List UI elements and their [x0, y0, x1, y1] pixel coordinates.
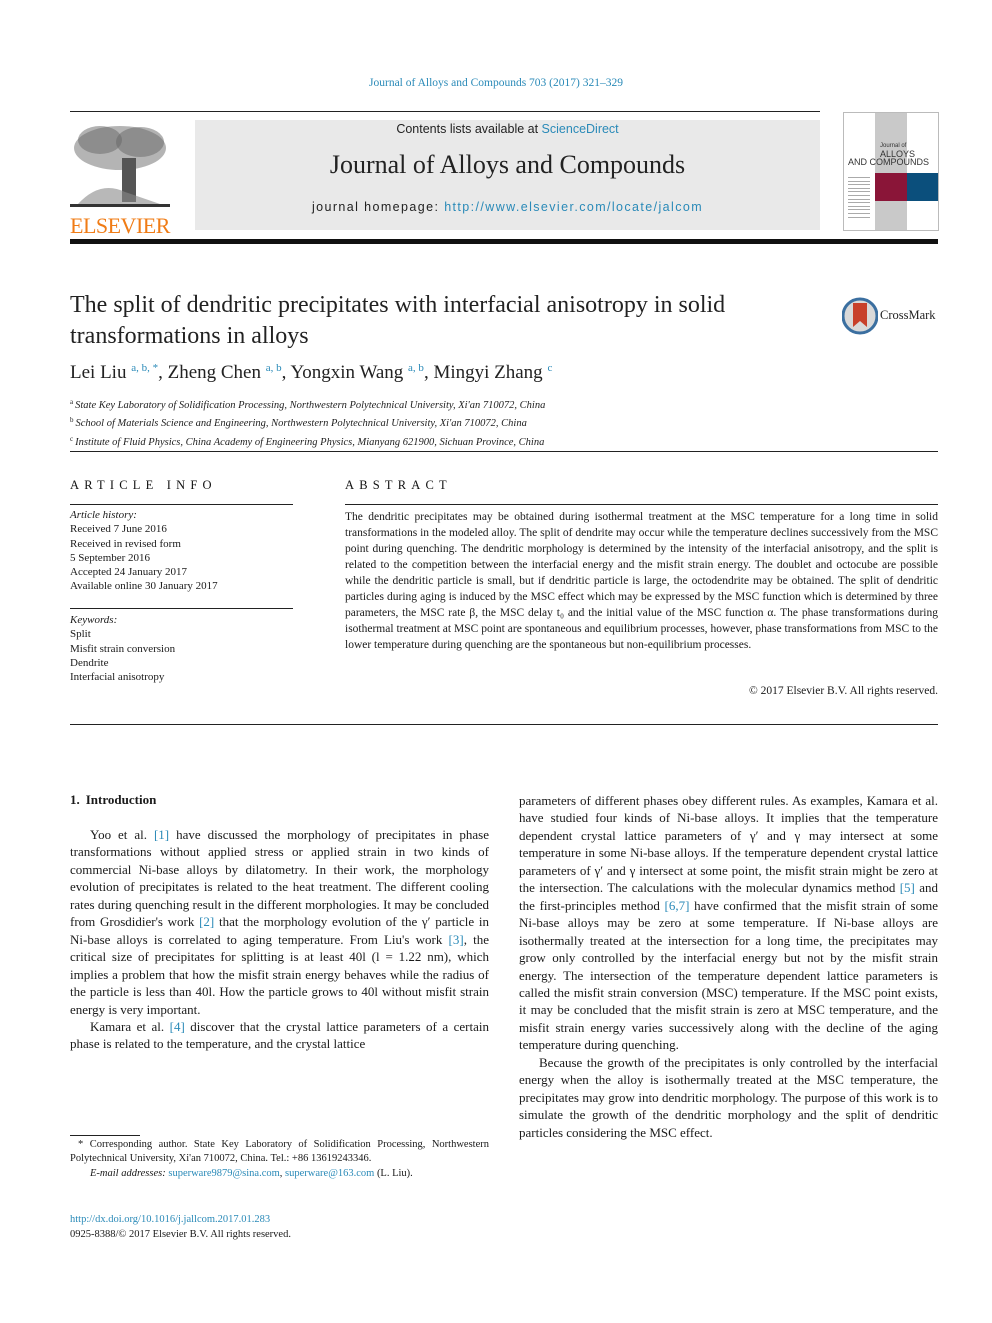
history-item: Available online 30 January 2017	[70, 580, 218, 593]
email-suffix: (L. Liu).	[374, 1167, 413, 1179]
doi-block: http://dx.doi.org/10.1016/j.jallcom.2017…	[70, 1212, 291, 1242]
history-item: Accepted 24 January 2017	[70, 566, 187, 579]
section-number: 1.	[70, 792, 80, 807]
history-item: Received in revised form	[70, 537, 181, 550]
author-list: Lei Liu a, b, *, Zheng Chen a, b, Yongxi…	[70, 362, 553, 383]
author-name[interactable]: Zheng Chen	[168, 362, 261, 383]
abstract-rule	[345, 504, 938, 505]
footnote-rule	[70, 1135, 140, 1136]
affil-text: State Key Laboratory of Solidification P…	[75, 400, 546, 411]
citation-link[interactable]: [6,7]	[665, 898, 690, 913]
author-name[interactable]: Yongxin Wang	[290, 362, 403, 383]
author-name[interactable]: Mingyi Zhang	[433, 362, 542, 383]
history-item: 5 September 2016	[70, 551, 151, 564]
article-title: The split of dendritic precipitates with…	[70, 290, 820, 352]
text-run: Yoo et al.	[90, 827, 154, 842]
keyword: Dendrite	[70, 656, 109, 669]
article-info-rule	[70, 504, 293, 505]
history-item: Received 7 June 2016	[70, 523, 167, 536]
affil-key: b	[70, 416, 74, 425]
paragraph: Yoo et al. [1] have discussed the morpho…	[70, 826, 489, 1018]
affil-key: a	[70, 398, 74, 406]
paragraph: parameters of different phases obey diff…	[519, 792, 938, 1054]
crossmark-badge[interactable]: CrossMark	[842, 297, 942, 335]
body-column-left: Yoo et al. [1] have discussed the morpho…	[70, 826, 489, 1053]
header-rule	[70, 111, 820, 112]
section-title: Introduction	[85, 792, 157, 807]
cover-line3: AND COMPOUNDS	[848, 157, 930, 167]
keywords-rule	[70, 608, 293, 609]
keyword: Misfit strain conversion	[70, 642, 176, 655]
cover-toc-lines	[848, 177, 870, 220]
history-label: Article history:	[70, 509, 137, 521]
elsevier-logo[interactable]: ELSEVIER	[70, 120, 170, 237]
elsevier-wordmark: ELSEVIER	[70, 213, 170, 238]
affiliations: a State Key Laboratory of Solidification …	[70, 395, 545, 450]
issn-line: 0925-8388/© 2017 Elsevier B.V. All right…	[70, 1229, 291, 1240]
section-heading-introduction: 1. Introduction	[70, 792, 156, 808]
elsevier-tree-icon	[70, 126, 170, 207]
email-link[interactable]: superware@163.com	[285, 1168, 374, 1179]
text-run: Kamara et al.	[90, 1018, 170, 1034]
corresponding-author-note: * Corresponding author. State Key Labora…	[70, 1139, 489, 1165]
email-line: E-mail addresses: superware9879@sina.com…	[70, 1167, 489, 1181]
crossmark-icon	[842, 297, 878, 335]
email-label: E-mail addresses:	[90, 1167, 169, 1179]
affil-text: Institute of Fluid Physics, China Academ…	[75, 436, 545, 448]
homepage-line: journal homepage: http://www.elsevier.co…	[195, 200, 820, 214]
affiliation-item: b School of Materials Science and Enginee…	[70, 413, 545, 431]
text-run: have confirmed that the misfit strain of…	[519, 897, 938, 1053]
article-info-heading: ARTICLE INFO	[70, 478, 217, 492]
citation-link[interactable]: [1]	[154, 827, 169, 842]
body-column-right: parameters of different phases obey diff…	[519, 792, 938, 1141]
author-affil-marks[interactable]: c	[547, 362, 552, 374]
contents-prefix: Contents lists available at	[396, 122, 542, 136]
affiliation-item: a State Key Laboratory of Solidification …	[70, 395, 545, 413]
affil-text: School of Materials Science and Engineer…	[75, 418, 527, 430]
cover-red-block	[875, 173, 907, 201]
citation-link[interactable]: [4]	[170, 1019, 185, 1034]
affiliation-rule	[70, 451, 938, 452]
paragraph: Kamara et al. [4] discover that the crys…	[70, 1018, 489, 1053]
homepage-link[interactable]: http://www.elsevier.com/locate/jalcom	[444, 200, 703, 214]
header-thick-rule	[70, 239, 938, 244]
affiliation-item: c Institute of Fluid Physics, China Acade…	[70, 432, 545, 450]
author-affil-marks[interactable]: a, b, *	[131, 362, 158, 374]
author-affil-marks[interactable]: a, b	[408, 362, 424, 374]
author-affil-marks[interactable]: a, b	[266, 362, 282, 374]
citation-link[interactable]: [5]	[900, 880, 915, 895]
keyword: Interfacial anisotropy	[70, 671, 165, 684]
title-line-2: transformations in alloys	[70, 323, 309, 349]
text-run: parameters of different phases obey diff…	[519, 793, 938, 896]
doi-link[interactable]: http://dx.doi.org/10.1016/j.jallcom.2017…	[70, 1212, 291, 1227]
journal-banner: Contents lists available at ScienceDirec…	[195, 120, 820, 230]
running-header[interactable]: Journal of Alloys and Compounds 703 (201…	[0, 77, 992, 89]
abstract-end-rule	[70, 724, 938, 725]
keywords-label: Keywords:	[70, 614, 118, 626]
cover-gray-strip	[875, 113, 907, 230]
paragraph: Because the growth of the precipitates i…	[519, 1054, 938, 1140]
homepage-prefix: journal homepage:	[311, 200, 445, 214]
abstract-text: The dendritic precipitates may be obtain…	[345, 511, 938, 651]
citation-link[interactable]: [2]	[199, 914, 214, 929]
abstract-copyright: © 2017 Elsevier B.V. All rights reserved…	[749, 685, 938, 697]
crossmark-label: CrossMark	[880, 308, 936, 322]
author-name[interactable]: Lei Liu	[70, 362, 126, 383]
email-link[interactable]: superware9879@sina.com	[168, 1168, 279, 1179]
citation-link[interactable]: [3]	[449, 932, 464, 947]
article-history: Article history: Received 7 June 2016 Re…	[70, 508, 218, 594]
abstract-heading: ABSTRACT	[345, 478, 452, 492]
journal-cover-thumbnail[interactable]: Journal of ALLOYS AND COMPOUNDS	[843, 112, 939, 231]
footnote: * Corresponding author. State Key Labora…	[70, 1138, 489, 1181]
cover-blue-block	[907, 173, 938, 201]
sciencedirect-link[interactable]: ScienceDirect	[542, 122, 619, 136]
contents-line: Contents lists available at ScienceDirec…	[195, 122, 820, 136]
affil-key: c	[70, 434, 74, 443]
keywords: Keywords: Split Misfit strain conversion…	[70, 613, 175, 684]
journal-title: Journal of Alloys and Compounds	[329, 150, 686, 179]
keyword: Split	[70, 628, 91, 641]
title-line-1: The split of dendritic precipitates with…	[70, 292, 726, 318]
